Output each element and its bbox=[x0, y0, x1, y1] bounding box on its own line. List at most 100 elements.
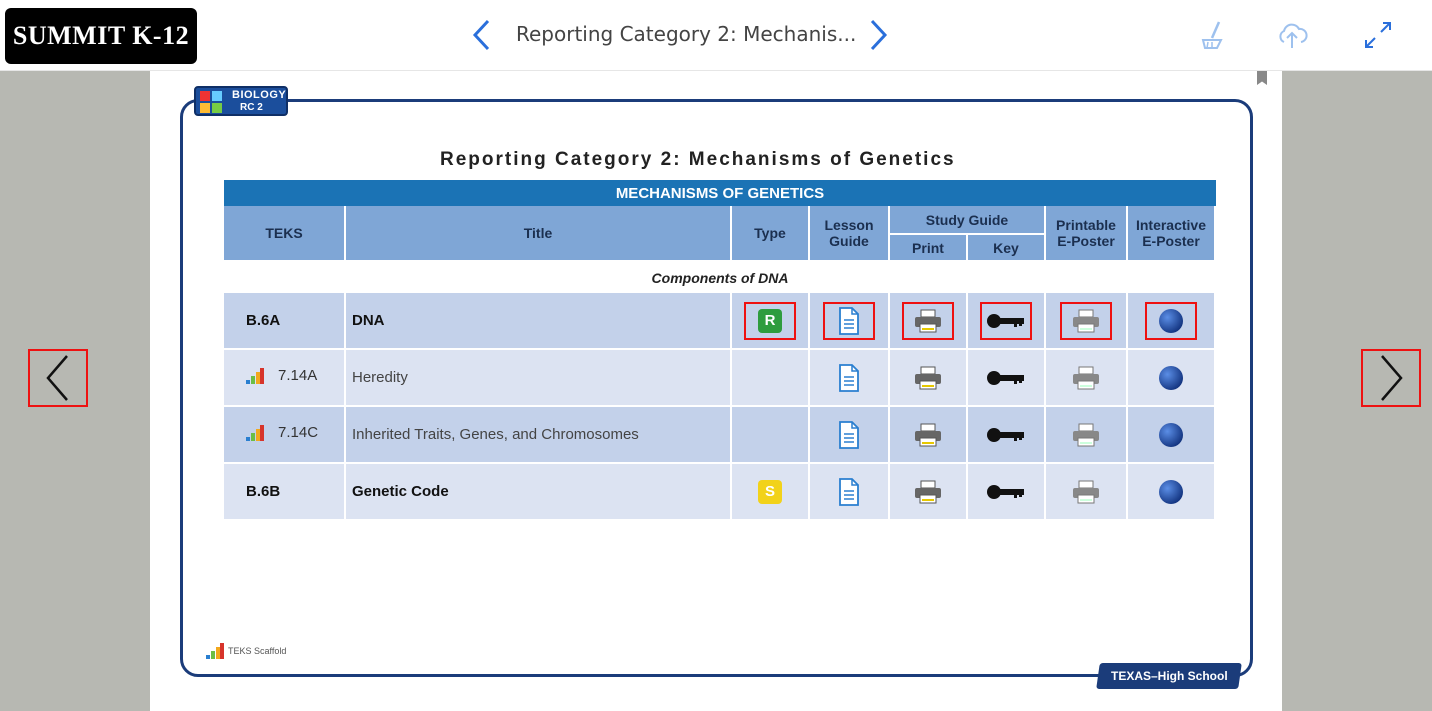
key-icon bbox=[987, 370, 1024, 385]
next-page-button[interactable] bbox=[866, 18, 890, 52]
lesson-guide-cell bbox=[810, 350, 890, 407]
teks-code: 7.14C bbox=[278, 424, 319, 442]
lesson-guide-cell bbox=[810, 407, 890, 464]
header-line: Lesson bbox=[824, 217, 874, 233]
previous-slide-button[interactable] bbox=[28, 349, 88, 407]
chevron-right-icon bbox=[870, 19, 888, 51]
type-r-button[interactable]: R bbox=[744, 301, 796, 340]
table-row: B.6B Genetic Code S bbox=[224, 464, 1216, 521]
study-guide-print-button[interactable] bbox=[902, 359, 954, 397]
interactive-eposter-cell bbox=[1128, 464, 1216, 521]
study-guide-print-button[interactable] bbox=[902, 473, 954, 511]
cloud-upload-button[interactable] bbox=[1272, 16, 1312, 54]
interactive-eposter-cell bbox=[1128, 407, 1216, 464]
teks-code: 7.14A bbox=[278, 367, 318, 385]
biology-badge: BIOLOGY RC 2 bbox=[194, 86, 288, 116]
teks-scaffold-label: TEKS Scaffold bbox=[228, 646, 287, 656]
header-line: E-Poster bbox=[1057, 233, 1115, 249]
row-title: DNA bbox=[346, 293, 732, 350]
study-guide-print-button[interactable] bbox=[902, 416, 954, 454]
badge-square bbox=[212, 91, 222, 101]
type-cell: S bbox=[732, 464, 810, 521]
header-line: Guide bbox=[829, 233, 869, 249]
key-icon bbox=[987, 484, 1024, 499]
lesson-guide-button[interactable] bbox=[823, 473, 875, 511]
type-s-button[interactable]: S bbox=[744, 473, 796, 511]
teks-scaffold-legend: TEKS Scaffold bbox=[206, 643, 286, 659]
top-bar: SUMMIT K-12 Reporting Category 2: Mechan… bbox=[0, 0, 1432, 71]
teks-cell: 7.14A bbox=[224, 350, 346, 407]
type-cell bbox=[732, 407, 810, 464]
bookmark-icon[interactable] bbox=[1257, 71, 1267, 85]
next-slide-button[interactable] bbox=[1361, 349, 1421, 407]
printable-eposter-cell bbox=[1046, 464, 1128, 521]
print-cell bbox=[890, 407, 968, 464]
teks-scaffold-icon bbox=[246, 367, 264, 384]
printer-icon bbox=[1073, 480, 1099, 503]
lesson-guide-cell bbox=[810, 293, 890, 350]
key-cell bbox=[968, 407, 1046, 464]
lesson-guide-button[interactable] bbox=[823, 301, 875, 340]
texas-high-school-badge: TEXAS–High School bbox=[1096, 663, 1242, 689]
chevron-left-icon bbox=[472, 19, 490, 51]
header-line: Printable bbox=[1056, 217, 1116, 233]
badge-subject: BIOLOGY bbox=[232, 89, 287, 101]
printable-eposter-button[interactable] bbox=[1060, 359, 1112, 397]
document-title: Reporting Category 2: Mechanis... bbox=[516, 22, 857, 46]
study-guide-key-button[interactable] bbox=[980, 473, 1032, 511]
cloud-upload-icon bbox=[1279, 23, 1308, 48]
key-cell bbox=[968, 350, 1046, 407]
badge-square bbox=[212, 103, 222, 113]
section-title: Components of DNA bbox=[224, 262, 1216, 293]
printer-icon bbox=[1073, 366, 1099, 389]
resources-table: MECHANISMS OF GENETICS TEKS Title Type L… bbox=[224, 180, 1216, 521]
key-icon bbox=[987, 313, 1024, 328]
blue-dot-icon bbox=[1159, 308, 1183, 333]
row-title: Genetic Code bbox=[346, 464, 732, 521]
printer-icon bbox=[1073, 423, 1099, 446]
lesson-guide-button[interactable] bbox=[823, 416, 875, 454]
badge-square bbox=[200, 91, 210, 101]
teks-code: B.6A bbox=[224, 293, 346, 350]
column-header-printable-eposter: Printable E-Poster bbox=[1046, 206, 1128, 262]
fullscreen-button[interactable] bbox=[1358, 16, 1398, 54]
study-guide-key-button[interactable] bbox=[980, 416, 1032, 454]
teks-cell: 7.14C bbox=[224, 407, 346, 464]
lesson-guide-button[interactable] bbox=[823, 359, 875, 397]
clear-annotations-button[interactable] bbox=[1194, 16, 1234, 54]
table-banner: MECHANISMS OF GENETICS bbox=[224, 180, 1216, 206]
printable-eposter-cell bbox=[1046, 350, 1128, 407]
interactive-eposter-button[interactable] bbox=[1145, 359, 1197, 397]
interactive-eposter-button[interactable] bbox=[1145, 301, 1197, 340]
header-line: Interactive bbox=[1135, 217, 1207, 233]
supporting-badge: S bbox=[758, 479, 782, 504]
lesson-guide-cell bbox=[810, 464, 890, 521]
document-viewer: BIOLOGY RC 2 Reporting Category 2: Mecha… bbox=[0, 71, 1432, 711]
interactive-eposter-button[interactable] bbox=[1145, 416, 1197, 454]
interactive-eposter-cell bbox=[1128, 293, 1216, 350]
summit-logo: SUMMIT K-12 bbox=[5, 8, 197, 64]
printable-eposter-button[interactable] bbox=[1060, 301, 1112, 340]
column-header-key: Key bbox=[968, 235, 1046, 262]
document-icon bbox=[839, 420, 859, 449]
table-row: 7.14A Heredity bbox=[224, 350, 1216, 407]
row-title: Heredity bbox=[346, 350, 732, 407]
column-header-teks: TEKS bbox=[224, 206, 346, 262]
document-icon bbox=[839, 363, 859, 392]
teks-scaffold-icon bbox=[206, 643, 224, 659]
previous-page-button[interactable] bbox=[470, 18, 494, 52]
type-cell bbox=[732, 350, 810, 407]
study-guide-key-button[interactable] bbox=[980, 359, 1032, 397]
printable-eposter-button[interactable] bbox=[1060, 416, 1112, 454]
study-guide-key-button[interactable] bbox=[980, 301, 1032, 340]
chevron-left-icon bbox=[46, 355, 68, 401]
printer-icon bbox=[915, 309, 941, 332]
texas-high-school-label: TEXAS–High School bbox=[1110, 669, 1228, 683]
interactive-eposter-button[interactable] bbox=[1145, 473, 1197, 511]
study-guide-print-button[interactable] bbox=[902, 301, 954, 340]
expand-icon bbox=[1365, 22, 1391, 48]
printable-eposter-button[interactable] bbox=[1060, 473, 1112, 511]
printer-icon bbox=[915, 480, 941, 503]
teks-scaffold-icon bbox=[246, 424, 264, 441]
print-cell bbox=[890, 350, 968, 407]
